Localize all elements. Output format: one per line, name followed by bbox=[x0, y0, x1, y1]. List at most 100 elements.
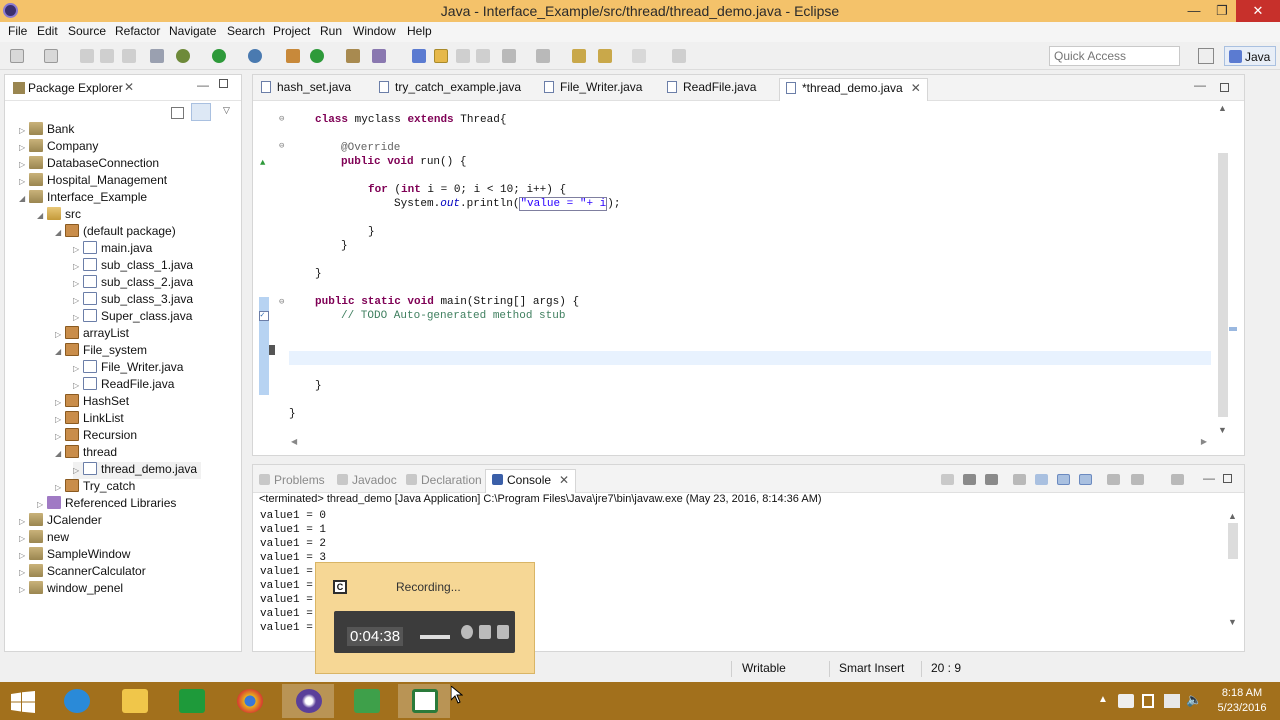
tree-item-default-package[interactable]: ◢ (default package) bbox=[55, 224, 176, 241]
action-center-icon[interactable] bbox=[1118, 694, 1134, 708]
tree-item-readfile[interactable]: ▷ ReadFile.java bbox=[73, 377, 174, 394]
code-area[interactable]: ⊖ ⊖ ⊖ ▲ ✓ class myclass extends Thread{ … bbox=[253, 103, 1213, 443]
next-annotation-icon[interactable] bbox=[502, 49, 516, 63]
scroll-up-icon[interactable]: ▲ bbox=[1218, 103, 1227, 113]
save-icon[interactable] bbox=[80, 49, 94, 63]
minimize-editor-icon[interactable]: — bbox=[1194, 78, 1206, 92]
open-type-icon[interactable] bbox=[346, 49, 360, 63]
scrollbar-thumb[interactable] bbox=[1228, 523, 1238, 559]
scroll-up-icon[interactable]: ▲ bbox=[1228, 511, 1237, 521]
close-tab-icon[interactable]: ✕ bbox=[559, 473, 569, 487]
menu-search[interactable]: Search bbox=[227, 24, 265, 38]
remove-all-icon[interactable] bbox=[985, 474, 998, 485]
tree-item-try-catch[interactable]: ▷ Try_catch bbox=[55, 479, 135, 496]
menu-edit[interactable]: Edit bbox=[37, 24, 58, 38]
show-hidden-icons-icon[interactable]: ▲ bbox=[1098, 694, 1108, 705]
expand-arrow-icon[interactable]: ▷ bbox=[19, 568, 29, 577]
open-perspective-icon[interactable] bbox=[1198, 48, 1214, 64]
show-on-stderr-icon[interactable] bbox=[1079, 474, 1092, 485]
minimize-console-icon[interactable]: — bbox=[1203, 471, 1215, 485]
tab-declaration[interactable]: Declaration bbox=[406, 473, 482, 487]
scroll-down-icon[interactable]: ▼ bbox=[1218, 425, 1227, 435]
tree-item-linklist[interactable]: ▷ LinkList bbox=[55, 411, 124, 428]
maximize-editor-icon[interactable] bbox=[1220, 83, 1229, 92]
expand-arrow-icon[interactable]: ▷ bbox=[19, 534, 29, 543]
debug-toggle-icon[interactable] bbox=[150, 49, 164, 63]
java-perspective-button[interactable]: Java bbox=[1224, 46, 1276, 66]
new-icon[interactable] bbox=[10, 49, 24, 63]
restore-button[interactable]: ❐ bbox=[1208, 0, 1236, 22]
collapse-arrow-icon[interactable]: ◢ bbox=[19, 194, 29, 203]
tree-item-sub-class-1[interactable]: ▷ sub_class_1.java bbox=[73, 258, 193, 275]
taskbar-store[interactable] bbox=[165, 684, 217, 718]
whitespace-icon[interactable] bbox=[456, 49, 470, 63]
tab-hash-set[interactable]: hash_set.java bbox=[261, 80, 351, 100]
maximize-view-icon[interactable] bbox=[219, 79, 228, 88]
menu-help[interactable]: Help bbox=[407, 24, 432, 38]
collapse-arrow-icon[interactable]: ◢ bbox=[55, 347, 65, 356]
taskbar-eclipse[interactable] bbox=[282, 684, 334, 718]
record-button-icon[interactable] bbox=[461, 625, 473, 639]
expand-arrow-icon[interactable]: ▷ bbox=[37, 500, 47, 509]
menu-file[interactable]: File bbox=[8, 24, 27, 38]
tree-item-sub-class-3[interactable]: ▷ sub_class_3.java bbox=[73, 292, 193, 309]
console-vertical-scrollbar[interactable]: ▲ ▼ bbox=[1227, 511, 1239, 631]
forward-icon[interactable] bbox=[632, 49, 646, 63]
power-icon[interactable] bbox=[1142, 694, 1154, 708]
annotation-icon[interactable] bbox=[412, 49, 426, 63]
last-edit-icon[interactable] bbox=[572, 49, 586, 63]
tree-item-samplewindow[interactable]: ▷ SampleWindow bbox=[19, 547, 130, 564]
terminate-icon[interactable] bbox=[941, 474, 954, 485]
tab-problems[interactable]: Problems bbox=[259, 473, 325, 487]
tree-item-src[interactable]: ◢ src bbox=[37, 207, 81, 224]
link-editor-icon[interactable] bbox=[191, 103, 211, 121]
collapse-arrow-icon[interactable]: ◢ bbox=[55, 449, 65, 458]
maximize-console-icon[interactable] bbox=[1223, 474, 1232, 483]
scroll-right-icon[interactable]: ▶ bbox=[1201, 437, 1207, 446]
fold-icon[interactable]: ⊖ bbox=[279, 114, 284, 124]
tree-item-thread[interactable]: ◢ thread bbox=[55, 445, 117, 462]
tree-item-bank[interactable]: ▷ Bank bbox=[19, 122, 74, 139]
tab-console[interactable]: Console ✕ bbox=[485, 469, 577, 493]
expand-arrow-icon[interactable]: ▷ bbox=[19, 177, 29, 186]
taskbar-file-explorer[interactable] bbox=[108, 684, 160, 718]
close-button[interactable]: ✕ bbox=[1236, 0, 1280, 22]
expand-arrow-icon[interactable]: ▷ bbox=[73, 466, 83, 475]
menu-source[interactable]: Source bbox=[68, 24, 106, 38]
save-all-icon[interactable] bbox=[100, 49, 114, 63]
expand-arrow-icon[interactable]: ▷ bbox=[19, 126, 29, 135]
menu-navigate[interactable]: Navigate bbox=[169, 24, 216, 38]
remove-launch-icon[interactable] bbox=[963, 474, 976, 485]
minimize-button[interactable]: — bbox=[1180, 0, 1208, 22]
expand-arrow-icon[interactable]: ▷ bbox=[55, 483, 65, 492]
taskbar-internet-explorer[interactable] bbox=[50, 684, 102, 718]
scroll-left-icon[interactable]: ◀ bbox=[291, 437, 297, 446]
collapse-arrow-icon[interactable]: ◢ bbox=[37, 211, 47, 220]
tree-item-recursion[interactable]: ▷ Recursion bbox=[55, 428, 137, 445]
debug-icon[interactable] bbox=[176, 49, 190, 63]
tree-item-databaseconnection[interactable]: ▷ DatabaseConnection bbox=[19, 156, 159, 173]
tab-thread-demo[interactable]: *thread_demo.java ✕ bbox=[779, 78, 928, 101]
network-icon[interactable] bbox=[1164, 694, 1180, 708]
tree-item-file-writer[interactable]: ▷ File_Writer.java bbox=[73, 360, 183, 377]
menu-window[interactable]: Window bbox=[353, 24, 396, 38]
open-console-icon[interactable] bbox=[1171, 474, 1184, 485]
expand-arrow-icon[interactable]: ▷ bbox=[73, 262, 83, 271]
tree-item-interface-example[interactable]: ◢ Interface_Example bbox=[19, 190, 147, 207]
tree-item-hashset[interactable]: ▷ HashSet bbox=[55, 394, 129, 411]
scroll-down-icon[interactable]: ▼ bbox=[1228, 617, 1237, 627]
taskbar-chrome[interactable] bbox=[223, 684, 275, 718]
expand-arrow-icon[interactable]: ▷ bbox=[19, 585, 29, 594]
expand-arrow-icon[interactable]: ▷ bbox=[73, 296, 83, 305]
tab-javadoc[interactable]: Javadoc bbox=[337, 473, 397, 487]
tree-item-super-class[interactable]: ▷ Super_class.java bbox=[73, 309, 192, 326]
close-view-icon[interactable]: ✕ bbox=[124, 80, 134, 94]
collapse-arrow-icon[interactable]: ◢ bbox=[55, 228, 65, 237]
scrollbar-thumb[interactable] bbox=[1218, 153, 1228, 417]
tree-item-company[interactable]: ▷ Company bbox=[19, 139, 98, 156]
view-menu-icon[interactable]: ▽ bbox=[223, 105, 230, 116]
collapse-all-icon[interactable] bbox=[171, 107, 184, 119]
block-select-icon[interactable] bbox=[476, 49, 490, 63]
tree-item-main-java[interactable]: ▷ main.java bbox=[73, 241, 152, 258]
expand-arrow-icon[interactable]: ▷ bbox=[73, 313, 83, 322]
